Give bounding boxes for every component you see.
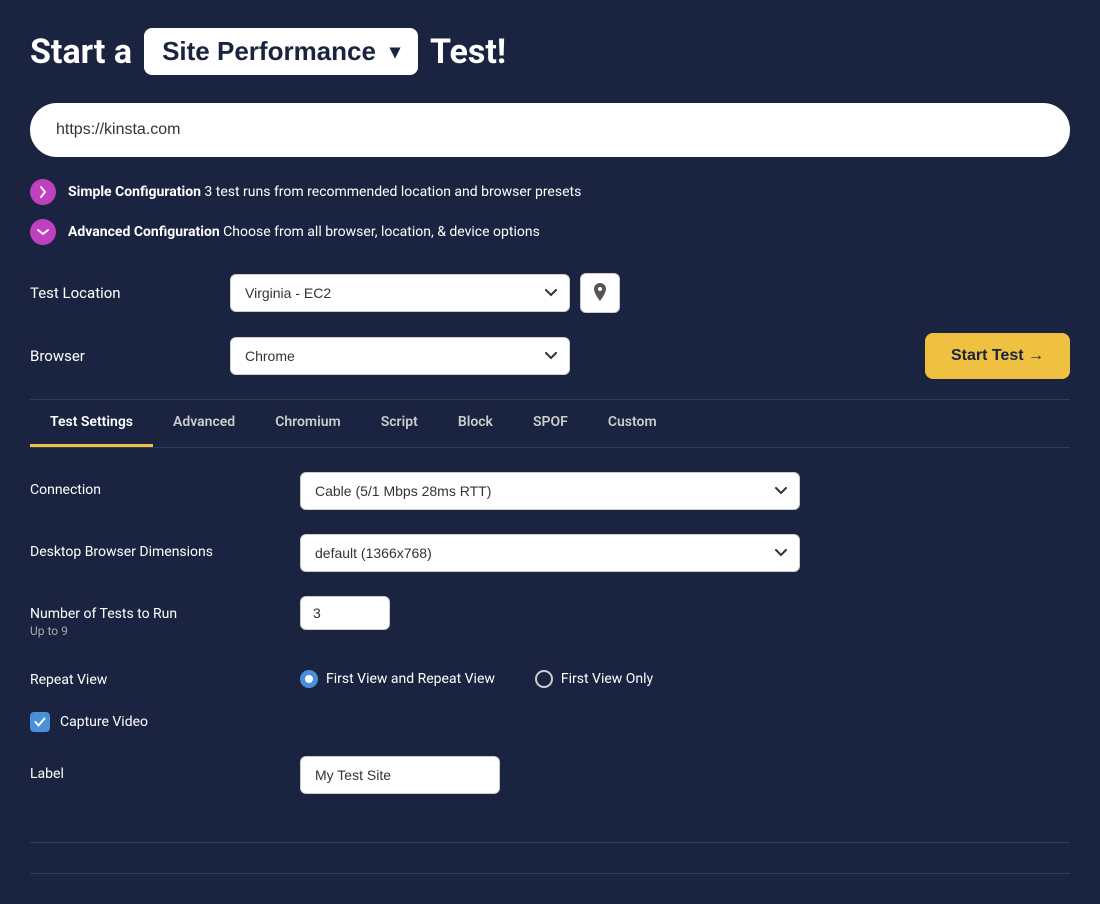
tab-custom[interactable]: Custom	[588, 400, 677, 447]
repeat-view-row: Repeat View First View and Repeat View F…	[30, 662, 1070, 688]
capture-video-row[interactable]: Capture Video	[30, 712, 1070, 732]
tab-chromium[interactable]: Chromium	[255, 400, 361, 447]
chevron-right-icon	[36, 185, 50, 199]
advanced-config-label: Advanced Configuration Choose from all b…	[68, 224, 540, 240]
browser-select[interactable]: Chrome Firefox Safari Edge	[230, 337, 570, 375]
connection-select[interactable]: Cable (5/1 Mbps 28ms RTT) DSL (1.5 Mbps …	[300, 472, 800, 510]
radio-label-first-and-repeat: First View and Repeat View	[326, 671, 495, 687]
tabs-nav: Test Settings Advanced Chromium Script B…	[30, 400, 1070, 448]
simple-config-label: Simple Configuration 3 test runs from re…	[68, 184, 581, 200]
start-test-button[interactable]: Start Test →	[925, 333, 1070, 379]
browser-control: Chrome Firefox Safari Edge	[230, 337, 925, 375]
test-location-select[interactable]: Virginia - EC2 California - EC2 London -…	[230, 274, 570, 312]
capture-video-label: Capture Video	[60, 714, 148, 730]
tab-test-settings[interactable]: Test Settings	[30, 400, 153, 447]
map-pin-icon	[591, 283, 609, 303]
page-container: Start a Site Performance ▾ Test! Simple …	[0, 0, 1100, 904]
simple-config-row[interactable]: Simple Configuration 3 test runs from re…	[30, 179, 1070, 205]
radio-circle-first-only	[535, 670, 553, 688]
location-pin-button[interactable]	[580, 273, 620, 313]
test-location-control: Virginia - EC2 California - EC2 London -…	[230, 273, 1070, 313]
simple-config-icon	[30, 179, 56, 205]
test-location-label: Test Location	[30, 284, 230, 302]
connection-row: Connection Cable (5/1 Mbps 28ms RTT) DSL…	[30, 472, 1070, 510]
checkmark-icon	[34, 716, 46, 728]
chevron-down-icon: ▾	[390, 39, 400, 64]
num-tests-label: Number of Tests to Run Up to 9	[30, 596, 290, 638]
tab-block[interactable]: Block	[438, 400, 513, 447]
url-input-wrapper	[30, 103, 1070, 157]
label-field-label: Label	[30, 756, 290, 782]
tab-script[interactable]: Script	[361, 400, 438, 447]
test-type-dropdown[interactable]: Site Performance ▾	[144, 28, 418, 75]
browser-row: Browser Chrome Firefox Safari Edge Start…	[30, 333, 1070, 379]
tab-content: Connection Cable (5/1 Mbps 28ms RTT) DSL…	[30, 448, 1070, 842]
tab-advanced[interactable]: Advanced	[153, 400, 255, 447]
radio-first-only[interactable]: First View Only	[535, 670, 653, 688]
num-tests-control	[300, 596, 390, 630]
label-input[interactable]	[300, 756, 500, 794]
connection-label: Connection	[30, 472, 290, 498]
tab-spof[interactable]: SPOF	[513, 400, 588, 447]
dimensions-row: Desktop Browser Dimensions default (1366…	[30, 534, 1070, 572]
radio-label-first-only: First View Only	[561, 671, 653, 687]
browser-label: Browser	[30, 347, 230, 365]
bottom-divider	[30, 873, 1070, 874]
tabs-container: Test Settings Advanced Chromium Script B…	[30, 399, 1070, 843]
header: Start a Site Performance ▾ Test!	[30, 28, 1070, 75]
num-tests-row: Number of Tests to Run Up to 9	[30, 596, 1070, 638]
header-test-label: Test!	[430, 32, 506, 72]
repeat-view-radio-group: First View and Repeat View First View On…	[300, 662, 653, 688]
url-input[interactable]	[30, 103, 1070, 157]
radio-first-and-repeat[interactable]: First View and Repeat View	[300, 670, 495, 688]
dimensions-label: Desktop Browser Dimensions	[30, 534, 290, 560]
chevron-down-icon	[36, 225, 50, 239]
settings-section: Test Location Virginia - EC2 California …	[30, 273, 1070, 379]
test-type-label: Site Performance	[162, 36, 376, 67]
label-row: Label	[30, 756, 1070, 794]
header-start-label: Start a	[30, 32, 132, 72]
advanced-config-row[interactable]: Advanced Configuration Choose from all b…	[30, 219, 1070, 245]
dimensions-select[interactable]: default (1366x768) 1024x768 1920x1080 12…	[300, 534, 800, 572]
advanced-config-icon	[30, 219, 56, 245]
repeat-view-label: Repeat View	[30, 662, 290, 688]
capture-video-checkbox[interactable]	[30, 712, 50, 732]
radio-circle-first-and-repeat	[300, 670, 318, 688]
num-tests-input[interactable]	[300, 596, 390, 630]
test-location-row: Test Location Virginia - EC2 California …	[30, 273, 1070, 313]
